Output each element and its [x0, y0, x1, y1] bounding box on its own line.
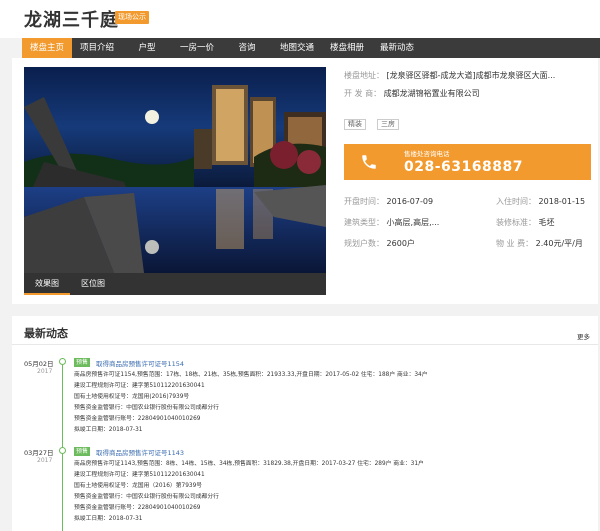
news-tag: 预售 [74, 358, 91, 367]
households-value: 2600户 [386, 239, 415, 248]
property-fee-row: 物 业 费： 2.40元/平/月 [496, 238, 583, 249]
building-type-row: 建筑类型： 小高层,高层,... [344, 217, 439, 228]
news-line: 预售资金监管银行：中国农业银行股份有限公司成都分行 [74, 405, 219, 411]
news-timeline [62, 358, 63, 531]
property-fee-label: 物 业 费： [496, 239, 534, 248]
open-date-value: 2016-07-09 [386, 197, 434, 206]
tag-decorated: 精装 [344, 119, 366, 130]
news-line: 拟竣工日期：2018-07-31 [74, 427, 143, 433]
page-header: 龙湖三千庭 现场公示 [0, 0, 600, 38]
phone-hint: 售楼处咨询电话 [404, 150, 450, 158]
move-in-label: 入住时间： [496, 197, 536, 206]
news-date: 05月02日 [24, 360, 54, 368]
nav-item-news[interactable]: 最新动态 [372, 38, 422, 58]
night-render-image [24, 67, 326, 273]
news-line: 商品房预售许可证1154,预售范围：17栋、18栋、21栋、35栋,预售面积：2… [74, 372, 428, 378]
move-in-value: 2018-01-15 [538, 197, 586, 206]
news-line: 预售资金监管银行账号：22804901040010269 [74, 416, 201, 422]
news-headline[interactable]: 取得商品房预售许可证号1154 [96, 358, 184, 368]
open-date-label: 开盘时间： [344, 197, 384, 206]
timeline-dot [59, 447, 66, 454]
news-title: 最新动态 [24, 327, 68, 340]
address-label: 楼盘地址： [344, 71, 384, 80]
news-line: 预售资金监管银行账号：22804901040010269 [74, 505, 201, 511]
main-nav: 楼盘主页 项目介绍 户型 一房一价 咨询 地图交通 楼盘相册 最新动态 [22, 38, 600, 58]
photo-tabs: 效果图 区位图 [24, 273, 326, 295]
tab-location[interactable]: 区位图 [70, 273, 116, 295]
sales-phone-box[interactable]: 售楼处咨询电话 028-63168887 [344, 144, 591, 180]
news-section: 最新动态 更多 05月02日 2017 预售 取得商品房预售许可证号1154 商… [12, 316, 598, 531]
decoration-label: 装修标准： [496, 218, 536, 227]
nav-item-intro[interactable]: 项目介绍 [72, 38, 122, 58]
decoration-value: 毛坯 [538, 218, 555, 227]
news-line: 国有土地使用权证号：龙国用（2016）第7939号 [74, 483, 203, 489]
nav-item-floorplans[interactable]: 户型 [122, 38, 172, 58]
building-type-label: 建筑类型： [344, 218, 384, 227]
address-row: 楼盘地址： [龙泉驿区驿都-成龙大道]成都市龙泉驿区大面... [344, 70, 555, 81]
sale-notice-badge[interactable]: 现场公示 [115, 11, 149, 24]
nav-item-map[interactable]: 地图交通 [272, 38, 322, 58]
phone-icon [362, 155, 376, 169]
developer-row: 开 发 商： 成都龙湖锦裕置业有限公司 [344, 88, 480, 99]
address-value[interactable]: [龙泉驿区驿都-成龙大道]成都市龙泉驿区大面... [387, 71, 556, 80]
move-in-row: 入住时间： 2018-01-15 [496, 196, 585, 207]
property-photo[interactable] [24, 67, 326, 273]
nav-item-album[interactable]: 楼盘相册 [322, 38, 372, 58]
news-line: 建设工程规划许可证：建字第510112201630041 [74, 472, 205, 478]
decoration-row: 装修标准： 毛坯 [496, 217, 555, 228]
building-type-value: 小高层,高层,... [386, 218, 440, 227]
tag-three-room: 三房 [377, 119, 399, 130]
households-label: 规划户数： [344, 239, 384, 248]
news-tag: 预售 [74, 447, 91, 456]
news-year: 2017 [37, 457, 53, 464]
developer-value: 成都龙湖锦裕置业有限公司 [383, 89, 480, 98]
nav-item-prices[interactable]: 一房一价 [172, 38, 222, 58]
news-date: 03月27日 [24, 449, 54, 457]
news-more-link[interactable]: 更多 [577, 331, 590, 341]
news-year: 2017 [37, 368, 53, 375]
tab-render[interactable]: 效果图 [24, 273, 70, 295]
nav-item-consult[interactable]: 咨询 [222, 38, 272, 58]
open-date-row: 开盘时间： 2016-07-09 [344, 196, 433, 207]
news-line: 预售资金监管银行：中国农业银行股份有限公司成都分行 [74, 494, 219, 500]
nav-item-home[interactable]: 楼盘主页 [22, 38, 72, 58]
news-divider [12, 344, 598, 345]
developer-label: 开 发 商： [344, 89, 382, 98]
page-title: 龙湖三千庭 [24, 10, 119, 31]
news-headline[interactable]: 取得商品房预售许可证号1143 [96, 447, 184, 457]
phone-number[interactable]: 028-63168887 [404, 159, 523, 175]
property-card: 效果图 区位图 楼盘地址： [龙泉驿区驿都-成龙大道]成都市龙泉驿区大面... … [12, 58, 598, 304]
news-line: 拟竣工日期：2018-07-31 [74, 516, 143, 522]
news-line: 商品房预售许可证1143,预售范围：8栋、14栋、15栋、34栋,预售面积：31… [74, 461, 424, 467]
news-line: 建设工程规划许可证：建字第510112201630041 [74, 383, 205, 389]
property-fee-value: 2.40元/平/月 [535, 239, 583, 248]
households-row: 规划户数： 2600户 [344, 238, 415, 249]
timeline-dot [59, 358, 66, 365]
news-line: 国有土地使用权证号：龙国用(2016)7939号 [74, 394, 190, 400]
